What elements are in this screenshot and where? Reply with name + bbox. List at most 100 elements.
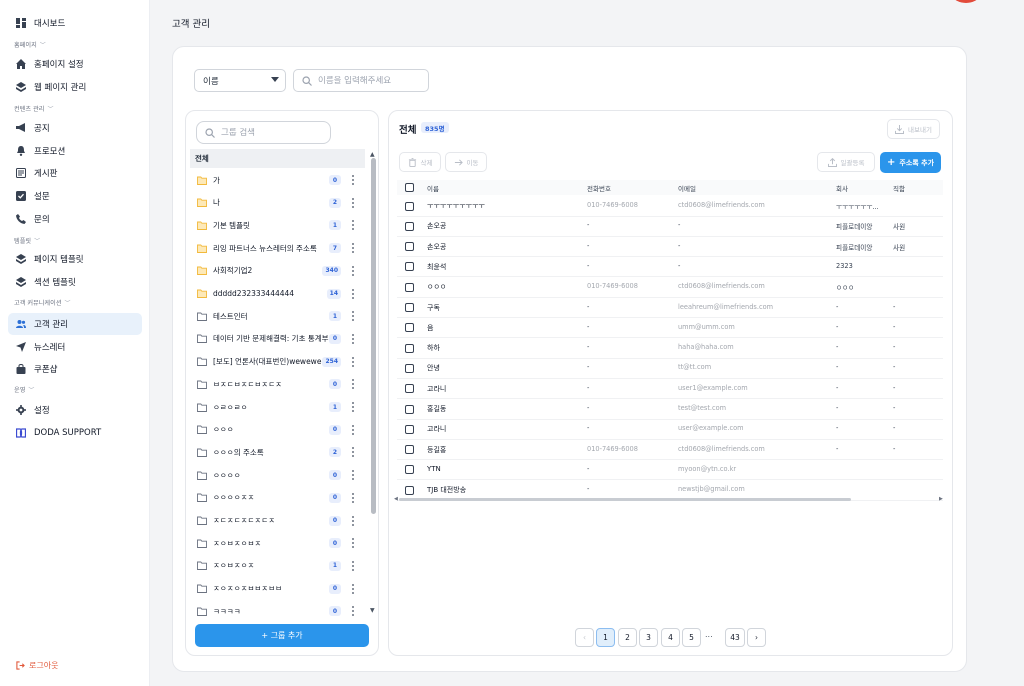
group-item[interactable]: ㅈㅇㅂㅈㅇㅂㅈ 0: [190, 532, 365, 554]
select-all-checkbox[interactable]: [405, 183, 414, 192]
scroll-left-arrow-icon[interactable]: ◀: [394, 496, 398, 502]
page-button-5[interactable]: 5: [682, 628, 701, 647]
cell-name[interactable]: ㅇㅇㅇ: [427, 282, 446, 292]
export-button[interactable]: 내보내기: [887, 119, 940, 139]
row-checkbox[interactable]: [405, 201, 414, 211]
cell-name[interactable]: 음: [427, 323, 433, 333]
sidebar-item-web-pages[interactable]: 웹 페이지 관리: [8, 76, 142, 98]
row-checkbox[interactable]: [405, 282, 414, 292]
more-vertical-icon[interactable]: [351, 447, 354, 458]
group-item[interactable]: ㅇㅇㅇㅇㅈㅈ 0: [190, 487, 365, 509]
page-button-3[interactable]: 3: [639, 628, 658, 647]
more-vertical-icon[interactable]: [351, 538, 354, 549]
more-vertical-icon[interactable]: [351, 197, 354, 208]
more-vertical-icon[interactable]: [351, 311, 354, 322]
more-vertical-icon[interactable]: [351, 220, 354, 231]
row-checkbox[interactable]: [405, 465, 414, 475]
row-checkbox[interactable]: [405, 424, 414, 434]
row-checkbox[interactable]: [405, 343, 414, 353]
cell-name[interactable]: TJB 대전방송: [427, 485, 466, 495]
row-checkbox[interactable]: [405, 384, 414, 394]
scroll-right-arrow-icon[interactable]: ▶: [939, 496, 943, 502]
sidebar-item-coupon-shop[interactable]: 쿠폰샵: [8, 358, 142, 380]
group-search-input[interactable]: [221, 127, 321, 138]
more-vertical-icon[interactable]: [351, 265, 354, 276]
scroll-down-arrow-icon[interactable]: ▼: [370, 607, 375, 614]
column-header-name[interactable]: 이름: [427, 183, 439, 193]
row-checkbox[interactable]: [405, 242, 414, 252]
group-item[interactable]: ㅈㅇㅈㅇㅈㅂㅂㅈㅂㅂ 0: [190, 578, 365, 600]
group-item[interactable]: ㅇㄹㅇㄹㅇ 1: [190, 396, 365, 418]
group-item[interactable]: ㅇㅇㅇㅇ 0: [190, 464, 365, 486]
column-header-email[interactable]: 이메일: [678, 183, 696, 193]
more-vertical-icon[interactable]: [351, 470, 354, 481]
sidebar-item-notice[interactable]: 공지: [8, 117, 142, 139]
cell-name[interactable]: 하하: [427, 343, 440, 353]
group-item[interactable]: 리잉 파트너스 뉴스레터의 주소록 7: [190, 237, 365, 259]
search-field-select[interactable]: 이름: [194, 69, 286, 92]
cell-name[interactable]: 안녕: [427, 363, 440, 373]
cell-name[interactable]: 손오공: [427, 221, 446, 231]
group-item[interactable]: ㅈㅇㅂㅈㅇㅈ 1: [190, 555, 365, 577]
add-contact-button[interactable]: + 주소록 추가: [880, 152, 941, 173]
column-header-title[interactable]: 직함: [893, 183, 905, 193]
group-item[interactable]: ㅋㅋㅋㅋ 0: [190, 600, 365, 622]
sidebar-item-section-template[interactable]: 섹션 템플릿: [8, 271, 142, 293]
next-page-button[interactable]: ›: [747, 628, 766, 647]
row-checkbox[interactable]: [405, 303, 414, 312]
delete-button[interactable]: 삭제: [399, 152, 441, 172]
page-button-1[interactable]: 1: [596, 628, 615, 647]
cell-name[interactable]: ㅜㅜㅜㅜㅜㅜㅜㅜㅜ: [427, 201, 485, 211]
more-vertical-icon[interactable]: [351, 560, 354, 571]
group-item[interactable]: 나2: [190, 192, 365, 214]
more-vertical-icon[interactable]: [351, 492, 354, 503]
cell-name[interactable]: 등길홍: [427, 445, 446, 455]
group-all[interactable]: 전체: [190, 149, 365, 168]
more-vertical-icon[interactable]: [351, 379, 354, 390]
row-checkbox[interactable]: [405, 363, 414, 373]
contact-search-input[interactable]: [318, 75, 418, 86]
page-button-4[interactable]: 4: [661, 628, 680, 647]
move-button[interactable]: 이동: [445, 152, 487, 172]
cell-name[interactable]: 고라니: [427, 424, 446, 434]
add-group-button[interactable]: + 그룹 추가: [195, 624, 369, 647]
sidebar-section-content[interactable]: 컨텐츠 관리 ﹀: [14, 104, 53, 113]
row-checkbox[interactable]: [405, 323, 414, 333]
more-vertical-icon[interactable]: [351, 606, 354, 617]
group-item[interactable]: 데이터 기반 문제해결력: 기초 통계부 0: [190, 328, 365, 350]
row-checkbox[interactable]: [405, 262, 414, 272]
column-header-phone[interactable]: 전화번호: [587, 183, 611, 193]
group-item[interactable]: ㅇㅇㅇ의 주소록 2: [190, 441, 365, 463]
cell-name[interactable]: 구독: [427, 303, 440, 313]
group-item[interactable]: 사회적기업2 340: [190, 260, 365, 282]
cell-name[interactable]: YTN: [427, 465, 441, 473]
sidebar-item-newsletter[interactable]: 뉴스레터: [8, 336, 142, 358]
cell-name[interactable]: 홍길동: [427, 404, 446, 414]
row-checkbox[interactable]: [405, 445, 414, 455]
sidebar-item-promotion[interactable]: 프로모션: [8, 140, 142, 162]
group-item[interactable]: [보도] 언론사(대표번인)wewewe 254: [190, 351, 365, 373]
more-vertical-icon[interactable]: [351, 288, 354, 299]
more-vertical-icon[interactable]: [351, 424, 354, 435]
row-checkbox[interactable]: [405, 221, 414, 231]
more-vertical-icon[interactable]: [351, 356, 354, 367]
scroll-up-arrow-icon[interactable]: ▲: [370, 151, 375, 158]
prev-page-button[interactable]: ‹: [575, 628, 594, 647]
group-item[interactable]: ㅇㅇㅇ 0: [190, 419, 365, 441]
page-button-last[interactable]: 43: [725, 628, 745, 647]
row-checkbox[interactable]: [405, 404, 414, 414]
more-vertical-icon[interactable]: [351, 402, 354, 412]
group-item[interactable]: 가0: [190, 169, 365, 191]
group-item[interactable]: ㅈㄷㅈㄷㅈㄷㅈㄷㅈ 0: [190, 510, 365, 532]
bulk-register-button[interactable]: 일괄등록: [817, 152, 875, 172]
cell-name[interactable]: 최윤석: [427, 262, 446, 272]
group-item[interactable]: 기본 템플릿 1: [190, 214, 365, 236]
sidebar-item-survey[interactable]: 설문: [8, 185, 142, 207]
cell-name[interactable]: 손오공: [427, 242, 446, 252]
sidebar-item-homepage-settings[interactable]: 홈페이지 설정: [8, 53, 142, 75]
scroll-thumb[interactable]: [371, 158, 376, 514]
more-vertical-icon[interactable]: [351, 175, 354, 185]
sidebar-item-doda-support[interactable]: DODA SUPPORT: [8, 422, 142, 444]
column-header-company[interactable]: 회사: [836, 183, 848, 193]
sidebar-item-dashboard[interactable]: 대시보드: [8, 12, 142, 34]
